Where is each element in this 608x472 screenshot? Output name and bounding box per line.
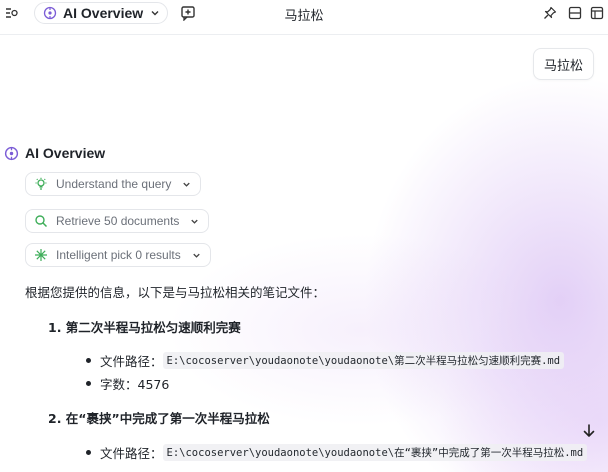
- model-selector[interactable]: AI Overview: [34, 2, 169, 24]
- chevron-down-icon: [191, 250, 202, 261]
- bullet-dot: [86, 381, 91, 386]
- result-title: 2. 在“裹挟”中完成了第一次半程马拉松: [48, 411, 270, 426]
- result-path-row: 文件路径： E:\cocoserver\youdaonote\youdaonot…: [86, 351, 565, 370]
- bullet-dot: [86, 450, 91, 455]
- lightbulb-icon: [34, 177, 48, 191]
- result-path-row: 文件路径： E:\cocoserver\youdaonote\youdaonot…: [86, 443, 588, 462]
- ai-overview-header: AI Overview: [4, 145, 105, 161]
- chevron-down-icon: [181, 179, 192, 190]
- step-understand-query[interactable]: Understand the query: [25, 172, 202, 196]
- sidebar-toggle-icon[interactable]: [568, 6, 582, 20]
- pin-icon[interactable]: [543, 6, 557, 20]
- step-retrieve-documents[interactable]: Retrieve 50 documents: [25, 209, 210, 233]
- chevron-down-icon: [189, 216, 200, 227]
- arrow-down-icon: [581, 423, 597, 439]
- path-label: 文件路径：: [100, 446, 163, 461]
- answer-intro: 根据您提供的信息，以下是与马拉松相关的笔记文件：: [25, 285, 326, 300]
- step-label: Retrieve 50 documents: [56, 214, 180, 228]
- header-divider: [0, 34, 608, 35]
- user-message-text: 马拉松: [544, 58, 584, 74]
- sparkle-icon: [34, 248, 48, 262]
- history-icon[interactable]: [4, 5, 18, 21]
- user-message-bubble: 马拉松: [533, 48, 595, 80]
- overview-logo-icon: [43, 6, 57, 20]
- result-wordcount-row: 字数：4576: [86, 374, 169, 393]
- ai-overview-title: AI Overview: [25, 145, 106, 161]
- step-label: Intelligent pick 0 results: [56, 248, 181, 262]
- overview-logo-icon: [4, 146, 19, 161]
- result-title: 1. 第二次半程马拉松匀速顺利完赛: [48, 320, 241, 335]
- path-label: 文件路径：: [100, 354, 163, 369]
- top-bar: AI Overview 马拉松: [0, 0, 608, 28]
- chevron-down-icon: [149, 7, 161, 19]
- model-selector-label: AI Overview: [63, 5, 144, 21]
- bullet-dot: [86, 358, 91, 363]
- layout-icon[interactable]: [590, 6, 604, 20]
- scroll-to-bottom-button[interactable]: [577, 419, 601, 443]
- background-gradient: [0, 0, 608, 472]
- step-intelligent-pick[interactable]: Intelligent pick 0 results: [25, 243, 211, 267]
- file-path[interactable]: E:\cocoserver\youdaonote\youdaonote\第二次半…: [162, 352, 565, 369]
- file-path[interactable]: E:\cocoserver\youdaonote\youdaonote\在“裹挟…: [162, 444, 588, 461]
- step-label: Understand the query: [56, 177, 172, 191]
- new-chat-icon[interactable]: [180, 5, 196, 21]
- search-icon: [34, 214, 48, 228]
- word-count: 字数：4576: [100, 377, 170, 392]
